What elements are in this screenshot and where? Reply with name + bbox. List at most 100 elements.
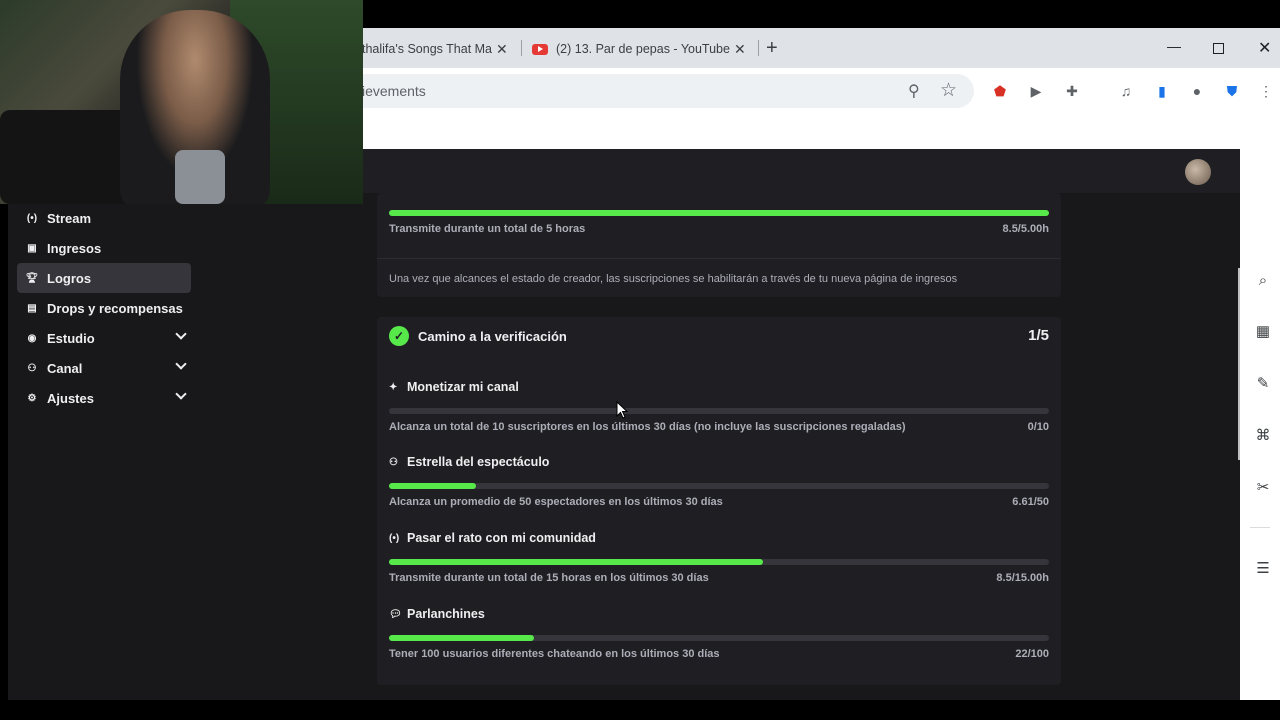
close-window-button[interactable]: ✕ [1258, 38, 1271, 58]
sidebar-toggle-icon[interactable]: ▮ [1152, 81, 1172, 101]
drops-icon: ▤ [27, 302, 37, 314]
progress-fill [389, 635, 535, 641]
sidebar-item-canal[interactable]: ⚇ Canal [17, 353, 191, 383]
sidebar-item-stream[interactable]: (•) Stream [17, 203, 191, 233]
milestone-value: 0/10 [1027, 421, 1049, 433]
creator-dashboard: (•) Stream ▣ Ingresos 🏆︎ Logros ▤ Drops … [8, 149, 1240, 700]
address-text: ievements [362, 83, 426, 99]
tab-youtube[interactable]: (2) 13. Par de pepas - YouTube ✕ [532, 34, 754, 64]
youtube-icon [532, 43, 548, 55]
sidebar-item-label: Stream [47, 210, 92, 226]
progress-bar [389, 635, 1049, 641]
chevron-down-icon [175, 358, 187, 370]
milestone-title: ✦ Monetizar mi canal [389, 380, 519, 394]
gamepad-icon[interactable]: ⌘ [1254, 427, 1272, 445]
trophy-icon: 🏆︎ [25, 272, 39, 284]
tab-separator [758, 40, 759, 56]
sidebar-item-label: Estudio [47, 330, 95, 346]
sidebar-item-ajustes[interactable]: ⚙ Ajustes [17, 383, 191, 413]
minimize-button[interactable]: — [1167, 38, 1181, 54]
gear-icon: ⚙ [27, 392, 37, 404]
progress-fill [389, 559, 764, 565]
screen-bottom-border [0, 700, 1280, 720]
verification-card: ✓ Camino a la verificación 1/5 ✦ Monetiz… [377, 317, 1061, 685]
bookmark-star-icon[interactable]: ☆ [940, 79, 957, 102]
tools-icon[interactable]: ✂ [1254, 479, 1272, 497]
close-icon[interactable]: ✕ [496, 41, 508, 58]
milestone-label: Parlanchines [407, 607, 485, 621]
milestone-label: Estrella del espectáculo [407, 455, 550, 469]
revenue-icon: ▣ [27, 242, 37, 254]
tab-youtube-title: (2) 13. Par de pepas - YouTube [556, 42, 730, 56]
sidebar-item-estudio[interactable]: ◉ Estudio [17, 323, 191, 353]
sidebar-item-label: Ajustes [47, 390, 94, 406]
milestone-count: 1/5 [1028, 327, 1049, 344]
milestone-title: ⚇ Estrella del espectáculo [389, 455, 549, 469]
sidebar-item-label: Ingresos [47, 240, 102, 256]
progress-fill [389, 483, 477, 489]
browser-menu-icon[interactable]: ⋮ [1256, 81, 1276, 101]
address-bar[interactable]: ievements ⚲ ☆ [340, 74, 974, 108]
video-extension-icon[interactable]: ▶ [1026, 81, 1046, 101]
close-icon[interactable]: ✕ [734, 41, 746, 58]
avatar[interactable] [1185, 159, 1211, 185]
progress-bar [389, 210, 1049, 216]
viewers-icon: ⚇ [389, 456, 398, 468]
milestone-title: 💬︎ Parlanchines [389, 607, 485, 621]
milestone-description: Transmite durante un total de 15 horas e… [389, 572, 709, 584]
milestone-label: Monetizar mi canal [407, 380, 519, 394]
sidebar-item-ingresos[interactable]: ▣ Ingresos [17, 233, 191, 263]
affiliate-card: Transmite durante un total de 5 horas 8.… [377, 193, 1061, 297]
milestone-value: 6.61/50 [1012, 496, 1049, 508]
chevron-down-icon [175, 328, 187, 340]
sidebar-item-label: Logros [47, 270, 92, 286]
milestone-value: 22/100 [1015, 648, 1049, 660]
sidebar-item-label: Drops y recompensas [47, 300, 183, 316]
milestone-title: (•) Pasar el rato con mi comunidad [389, 531, 596, 545]
sidebar: (•) Stream ▣ Ingresos 🏆︎ Logros ▤ Drops … [8, 193, 208, 700]
studio-icon: ◉ [27, 332, 37, 344]
broadcast-icon: (•) [389, 532, 400, 544]
profile-icon[interactable]: ● [1187, 81, 1207, 101]
restore-button[interactable] [1213, 43, 1224, 54]
media-control-icon[interactable]: ♫ [1116, 81, 1136, 101]
milestone-description: Alcanza un total de 10 suscriptores en l… [389, 421, 906, 433]
sidebar-item-label: Canal [47, 360, 83, 376]
progress-fill [389, 210, 1049, 216]
tab-songs-title: thalifa's Songs That Ma [362, 42, 493, 56]
channel-icon: ⚇ [27, 362, 37, 374]
tab-songs[interactable]: thalifa's Songs That Ma ✕ [362, 34, 518, 64]
calculator-icon[interactable]: ▦ [1254, 323, 1272, 341]
goal-value: 8.5/5.00h [1002, 223, 1049, 235]
scrollbar[interactable] [1238, 268, 1240, 460]
verified-badge-icon: ✓ [389, 326, 409, 346]
progress-bar [389, 483, 1049, 489]
chevron-down-icon [175, 388, 187, 400]
sliders-icon[interactable]: ☰ [1254, 560, 1272, 578]
divider [1250, 527, 1270, 528]
milestone-label: Pasar el rato con mi comunidad [407, 531, 596, 545]
zoom-icon[interactable]: ⚲ [908, 81, 920, 101]
search-icon[interactable]: ⌕ [1254, 272, 1272, 290]
sidebar-item-drops[interactable]: ▤ Drops y recompensas [17, 293, 191, 323]
shield-extension-icon[interactable]: ⬟ [990, 81, 1010, 101]
security-extension-icon[interactable]: ⛊ [1222, 81, 1242, 101]
sparkle-icon: ✦ [389, 381, 398, 393]
milestone-description: Alcanza un promedio de 50 espectadores e… [389, 496, 723, 508]
milestone-description: Tener 100 usuarios diferentes chateando … [389, 648, 720, 660]
subscription-note: Una vez que alcances el estado de creado… [389, 273, 958, 285]
webcam-couch [0, 110, 140, 204]
browser-side-panel: ⌕ ▦ ✎ ⌘ ✂ ☰ [1240, 149, 1280, 700]
webcam-overlay [0, 0, 363, 204]
new-tab-button[interactable]: + [766, 38, 778, 58]
extensions-puzzle-icon[interactable]: ✚ [1062, 81, 1082, 101]
broadcast-icon: (•) [26, 212, 38, 224]
sidebar-item-logros[interactable]: 🏆︎ Logros [17, 263, 191, 293]
webcam-phone [175, 150, 225, 204]
divider [377, 258, 1061, 259]
milestone-value: 8.5/15.00h [996, 572, 1049, 584]
progress-bar [389, 408, 1049, 414]
edit-icon[interactable]: ✎ [1254, 375, 1272, 393]
mouse-cursor-icon [616, 401, 628, 419]
card-title: Camino a la verificación [418, 329, 567, 344]
